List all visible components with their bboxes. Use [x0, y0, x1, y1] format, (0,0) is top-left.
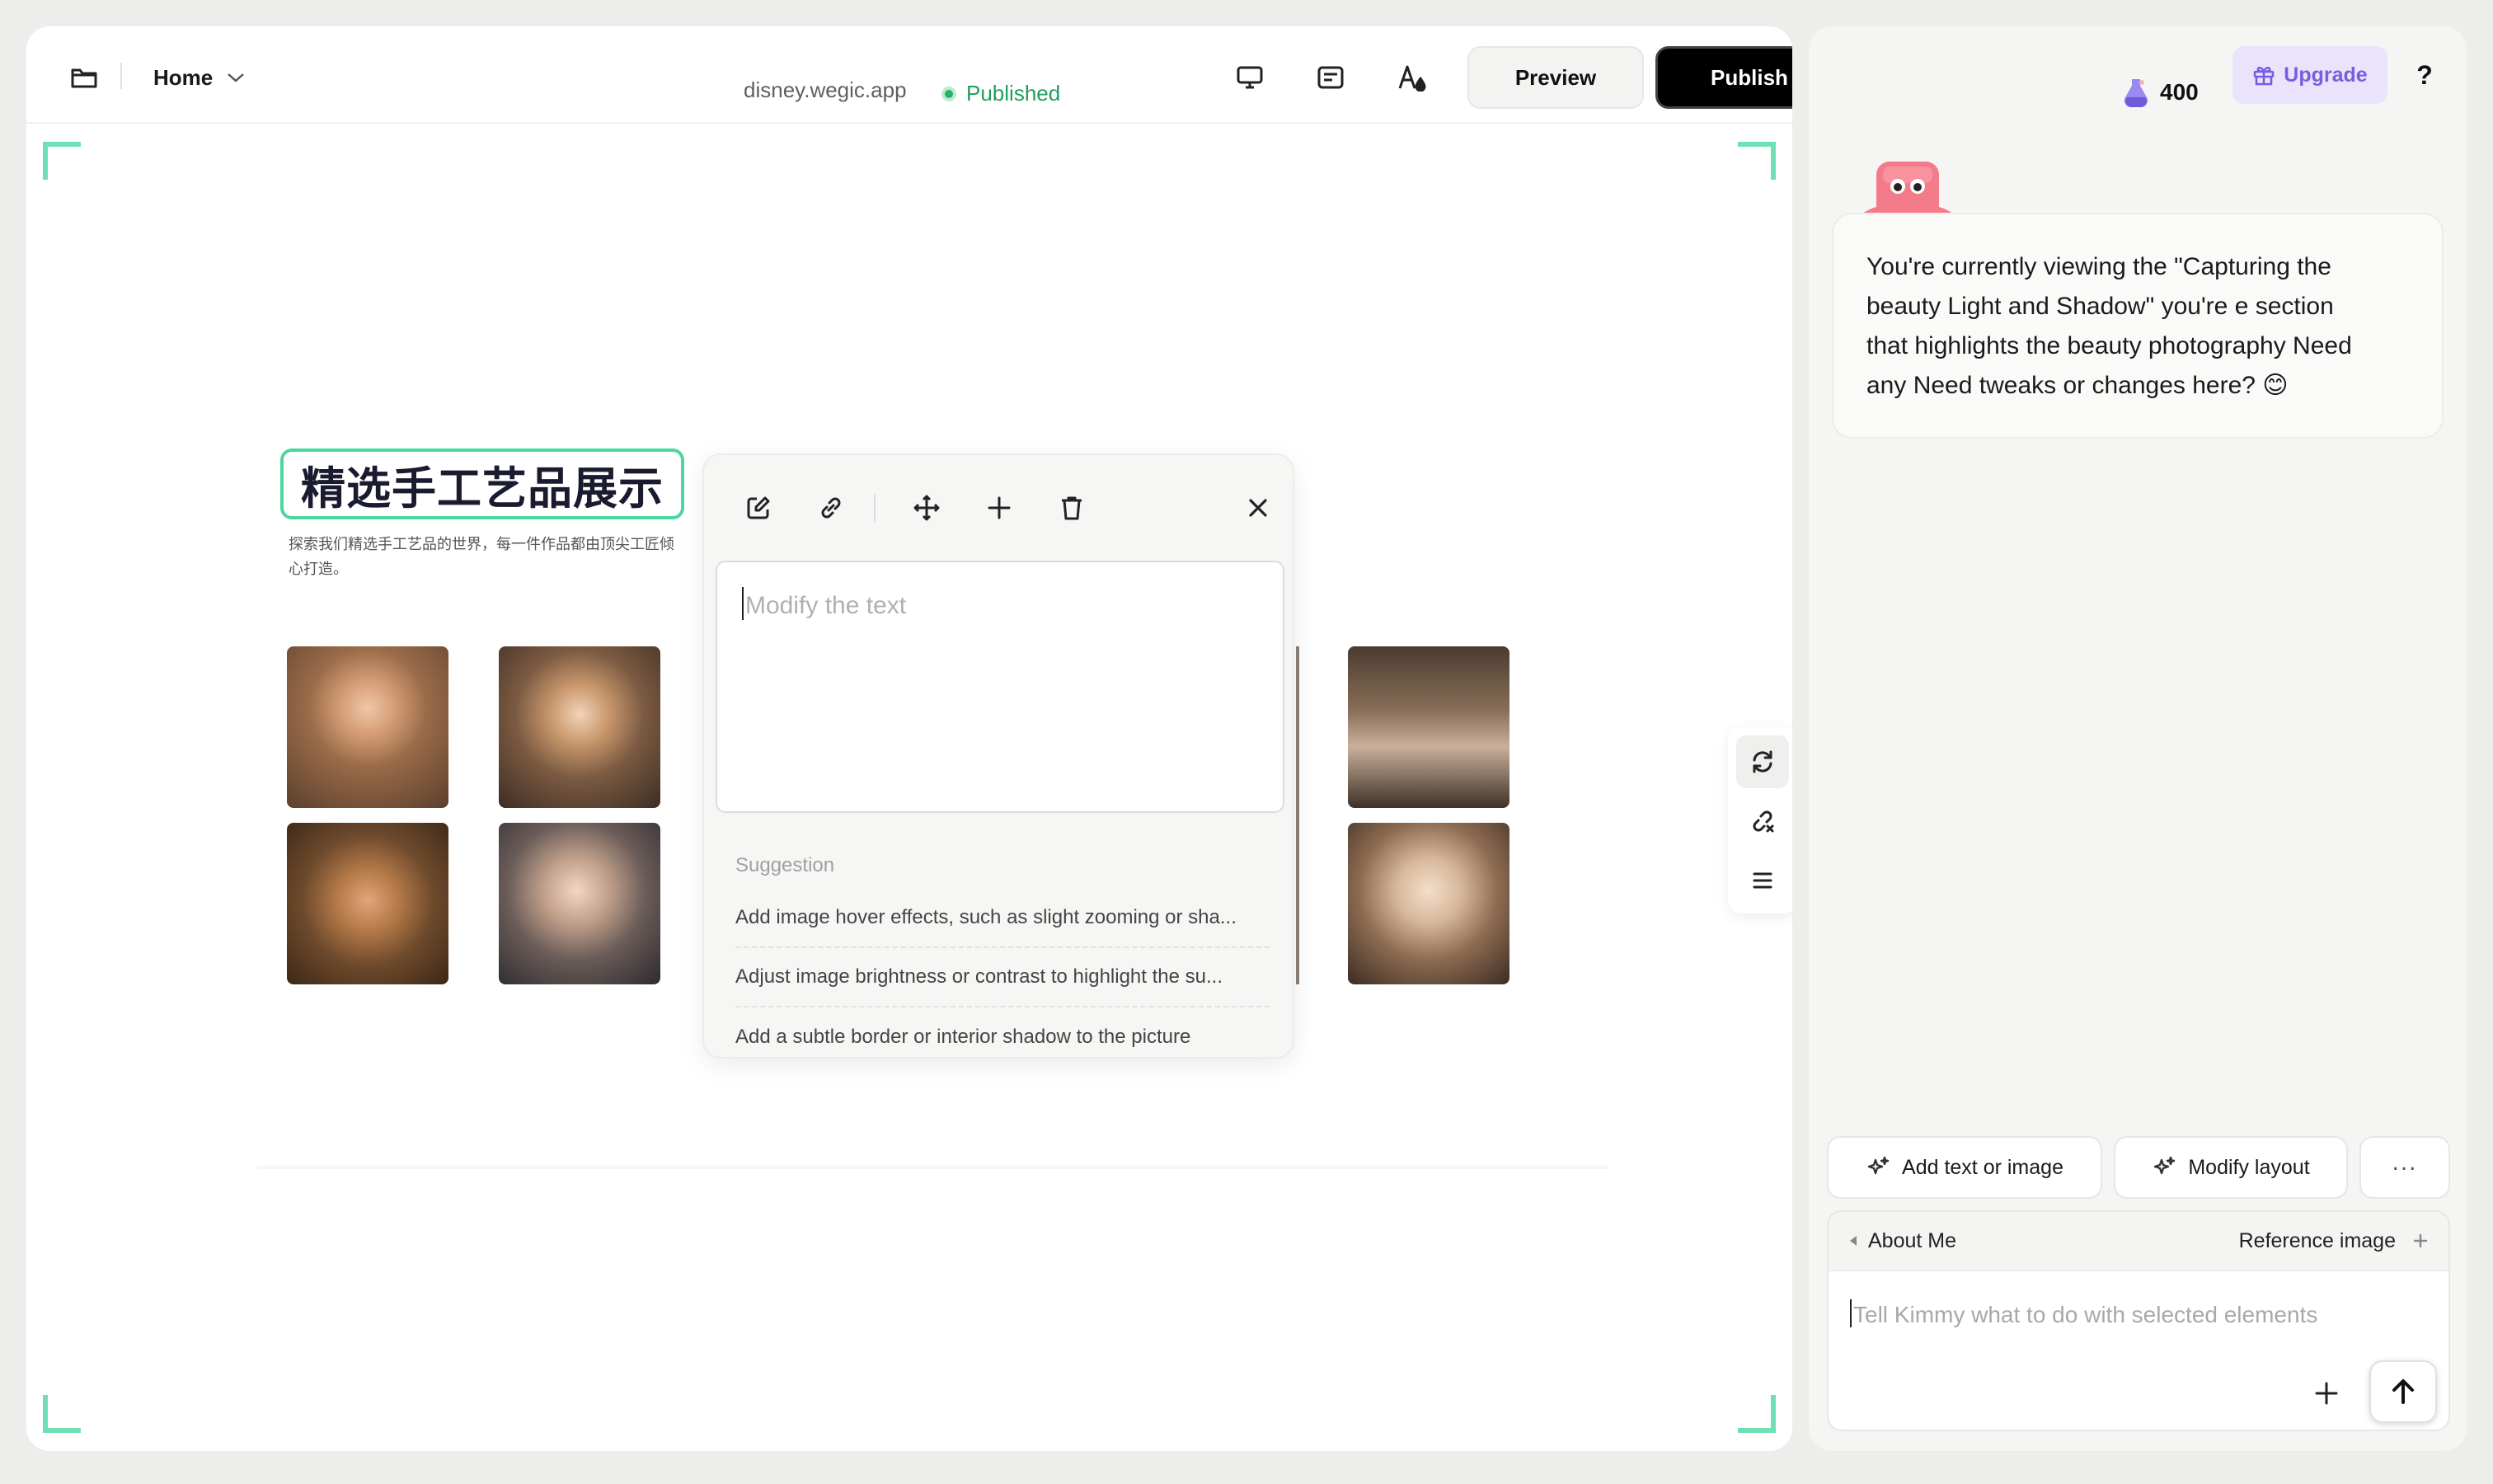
font-color-icon[interactable] — [1388, 54, 1434, 101]
gallery-photo-hidden-edge — [1296, 646, 1299, 984]
plus-icon[interactable] — [979, 488, 1019, 528]
credits-counter[interactable]: 400 — [2122, 76, 2199, 109]
assistant-message: You're currently viewing the "Capturing … — [1832, 213, 2444, 439]
edit-icon[interactable] — [739, 488, 778, 528]
arrow-up-icon — [2392, 1379, 2414, 1404]
plus-icon — [2413, 1233, 2428, 1248]
status-label: Published — [966, 81, 1061, 106]
suggestion-item[interactable]: Add a subtle border or interior shadow t… — [735, 1007, 1270, 1067]
canvas-corner-top-right — [1738, 142, 1776, 180]
help-button[interactable]: ? — [2404, 54, 2445, 96]
gallery-photo[interactable] — [499, 646, 660, 808]
chat-composer: About Me Reference image Tell Kimmy what… — [1827, 1210, 2450, 1431]
trash-icon[interactable] — [1052, 488, 1092, 528]
send-button[interactable] — [2369, 1360, 2437, 1423]
composer-context-bar: About Me Reference image — [1829, 1212, 2448, 1271]
site-domain[interactable]: disney.wegic.app — [744, 77, 907, 103]
upgrade-button[interactable]: Upgrade — [2232, 46, 2387, 104]
context-tag[interactable]: About Me — [1848, 1229, 1956, 1253]
upgrade-label: Upgrade — [2284, 63, 2368, 87]
close-icon[interactable] — [1238, 488, 1278, 528]
section-description[interactable]: 探索我们精选手工艺品的世界，每一件作品都由顶尖工匠倾心打造。 — [289, 533, 678, 582]
publish-button[interactable]: Publish — [1655, 46, 1792, 109]
publish-status: Published — [941, 81, 1060, 106]
section-title[interactable]: 精选手工艺品展示 — [280, 448, 684, 519]
page-selector[interactable]: Home — [153, 54, 246, 101]
more-actions-button[interactable]: ... — [2359, 1136, 2450, 1199]
gallery-photo[interactable] — [287, 823, 448, 984]
swap-icon[interactable] — [1736, 735, 1789, 788]
canvas-corner-top-left — [43, 142, 81, 180]
assistant-panel: 400 Upgrade ? You're currently viewing t… — [1809, 26, 2467, 1451]
canvas-corner-bottom-left — [43, 1395, 81, 1433]
modify-text-input[interactable]: Modify the text — [716, 561, 1284, 813]
section-side-toolbar — [1728, 727, 1792, 913]
add-text-or-image-button[interactable]: Add text or image — [1827, 1136, 2102, 1199]
message-line: You're currently viewing the "Capturing … — [1866, 253, 2331, 280]
editor-panel: Home disney.wegic.app Published Preview … — [26, 26, 1792, 1451]
form-icon[interactable] — [1308, 54, 1354, 101]
suggestion-label: Suggestion — [735, 854, 835, 876]
modify-layout-label: Modify layout — [2188, 1155, 2310, 1179]
add-text-or-image-label: Add text or image — [1902, 1155, 2063, 1179]
text-caret — [1850, 1299, 1852, 1327]
folder-icon[interactable] — [61, 54, 107, 101]
gallery-photo[interactable] — [287, 646, 448, 808]
top-toolbar: Home disney.wegic.app Published Preview … — [26, 26, 1792, 124]
sparkle-icon — [2154, 1156, 2176, 1175]
credits-value: 400 — [2160, 79, 2199, 105]
popover-divider — [874, 495, 876, 523]
gallery-photo[interactable] — [1348, 646, 1509, 808]
reference-image-label: Reference image — [2238, 1228, 2396, 1252]
message-line: beauty Light and Shadow" you're e sectio… — [1866, 293, 2334, 320]
context-tag-label: About Me — [1868, 1228, 1957, 1252]
chat-input[interactable]: Tell Kimmy what to do with selected elem… — [1850, 1299, 2317, 1328]
gift-icon — [2253, 66, 2275, 86]
preview-button[interactable]: Preview — [1467, 46, 1644, 109]
desktop-icon[interactable] — [1227, 54, 1273, 101]
reference-image-button[interactable]: Reference image — [2239, 1229, 2429, 1253]
link-icon[interactable] — [811, 488, 851, 528]
gallery-photo[interactable] — [1348, 823, 1509, 984]
menu-icon[interactable] — [1736, 854, 1789, 907]
message-line: any Need tweaks or changes here? 😊 — [1866, 372, 2289, 399]
message-line: that highlights the beauty photography N… — [1866, 332, 2352, 359]
unlink-icon[interactable] — [1736, 795, 1789, 848]
modify-text-placeholder: Modify the text — [745, 592, 907, 619]
suggestion-item[interactable]: Add image hover effects, such as slight … — [735, 889, 1270, 948]
chevron-down-icon — [228, 73, 245, 82]
move-icon[interactable] — [907, 488, 946, 528]
toolbar-divider — [120, 63, 122, 89]
section-divider — [257, 1166, 1609, 1169]
potion-icon — [2124, 79, 2148, 108]
page-selector-label: Home — [153, 64, 214, 90]
canvas-corner-bottom-right — [1738, 1395, 1776, 1433]
sparkle-icon — [1867, 1156, 1890, 1175]
text-caret — [742, 587, 744, 620]
suggestion-item[interactable]: Adjust image brightness or contrast to h… — [735, 948, 1270, 1007]
status-dot-icon — [941, 86, 956, 101]
attach-plus-icon[interactable] — [2302, 1369, 2351, 1418]
modify-layout-button[interactable]: Modify layout — [2114, 1136, 2348, 1199]
caret-left-icon — [1850, 1236, 1857, 1246]
text-edit-popover: Modify the text Suggestion Add image hov… — [702, 453, 1294, 1059]
chat-input-placeholder: Tell Kimmy what to do with selected elem… — [1853, 1302, 2318, 1327]
gallery-photo[interactable] — [499, 823, 660, 984]
ellipsis-icon: ... — [2392, 1148, 2418, 1176]
